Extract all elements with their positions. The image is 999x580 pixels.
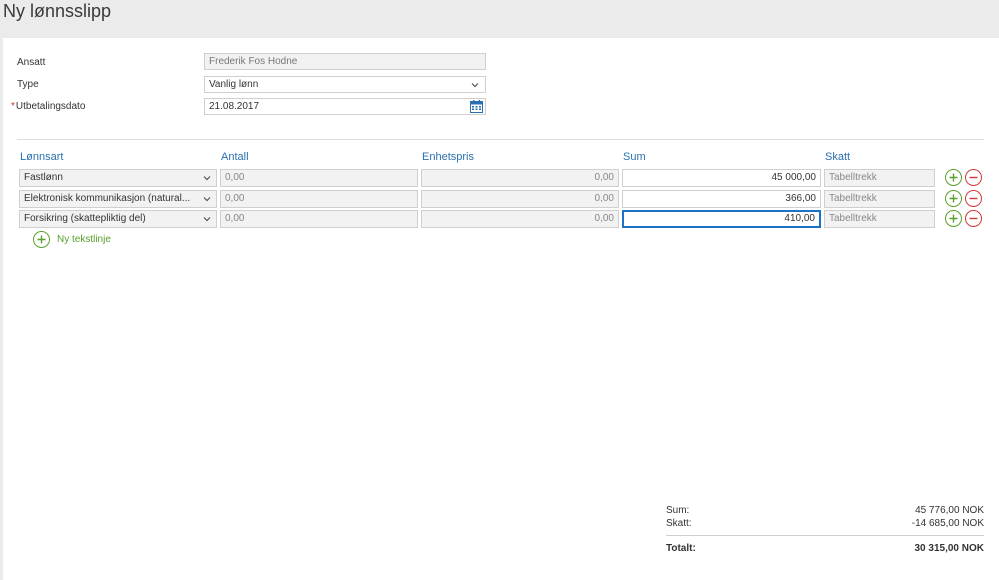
- row-1-add-button[interactable]: [945, 169, 962, 186]
- column-header-skatt: Skatt: [825, 151, 851, 163]
- row-3-skatt: Tabelltrekk: [824, 210, 935, 228]
- column-header-enhetspris: Enhetspris: [422, 151, 474, 163]
- date-input-value: 21.08.2017: [209, 101, 260, 112]
- totals-divider: [666, 535, 984, 536]
- row-1-type-select[interactable]: Fastlønn: [19, 169, 217, 187]
- type-label: Type: [17, 79, 39, 90]
- row-3-antall: 0,00: [220, 210, 418, 228]
- add-text-line-label: Ny tekstlinje: [57, 234, 111, 245]
- row-1-enhetspris: 0,00: [421, 169, 619, 187]
- totals-skatt-value: -14 685,00 NOK: [911, 518, 984, 529]
- plus-icon: [949, 194, 958, 203]
- employee-field: Frederik Fos Hodne: [204, 53, 486, 70]
- chevron-down-icon: [202, 214, 212, 224]
- row-3-enhetspris: 0,00: [421, 210, 619, 228]
- date-label: *Utbetalingsdato: [11, 101, 85, 112]
- row-2-antall: 0,00: [220, 190, 418, 208]
- totals-total-label: Totalt:: [666, 543, 696, 554]
- row-2-add-button[interactable]: [945, 190, 962, 207]
- chevron-down-icon: [202, 173, 212, 183]
- employee-label: Ansatt: [17, 57, 46, 68]
- type-select-value: Vanlig lønn: [209, 79, 259, 90]
- row-2-remove-button[interactable]: [965, 190, 982, 207]
- row-2-skatt: Tabelltrekk: [824, 190, 935, 208]
- column-header-antall: Antall: [221, 151, 249, 163]
- plus-circle-icon: [33, 231, 50, 248]
- row-1-skatt: Tabelltrekk: [824, 169, 935, 187]
- row-3-type-value: Forsikring (skattepliktig del): [24, 213, 146, 224]
- totals-total-value: 30 315,00 NOK: [914, 543, 985, 554]
- row-1-antall: 0,00: [220, 169, 418, 187]
- chevron-down-icon: [202, 194, 212, 204]
- type-select[interactable]: Vanlig lønn: [204, 76, 486, 93]
- row-2-type-select[interactable]: Elektronisk kommunikasjon (natural...: [19, 190, 217, 208]
- row-1-type-value: Fastlønn: [24, 172, 63, 183]
- row-2-enhetspris: 0,00: [421, 190, 619, 208]
- page-title: Ny lønnsslipp: [3, 1, 112, 21]
- totals-skatt-label: Skatt:: [666, 518, 692, 529]
- payslip-panel: [3, 38, 999, 580]
- row-2-sum-input[interactable]: 366,00: [622, 190, 821, 208]
- row-3-type-select[interactable]: Forsikring (skattepliktig del): [19, 210, 217, 228]
- date-label-text: Utbetalingsdato: [15, 101, 86, 112]
- minus-icon: [969, 217, 978, 220]
- row-1-sum-input[interactable]: 45 000,00: [622, 169, 821, 187]
- column-header-sum: Sum: [623, 151, 646, 163]
- date-input[interactable]: 21.08.2017: [204, 98, 486, 115]
- chevron-down-icon: [470, 80, 480, 90]
- totals-sum-value: 45 776,00 NOK: [915, 505, 984, 516]
- totals-sum-label: Sum:: [666, 505, 690, 516]
- plus-icon: [949, 173, 958, 182]
- section-divider: [17, 139, 984, 140]
- calendar-icon[interactable]: [470, 100, 483, 113]
- required-marker: *: [11, 101, 15, 112]
- row-3-sum-input[interactable]: 410,00: [622, 210, 821, 228]
- row-1-remove-button[interactable]: [965, 169, 982, 186]
- plus-icon: [949, 214, 958, 223]
- row-2-type-value: Elektronisk kommunikasjon (natural...: [24, 193, 191, 204]
- minus-icon: [969, 197, 978, 200]
- row-3-remove-button[interactable]: [965, 210, 982, 227]
- add-text-line-button[interactable]: Ny tekstlinje: [33, 231, 111, 248]
- row-3-add-button[interactable]: [945, 210, 962, 227]
- column-header-lonnsart: Lønnsart: [20, 151, 64, 163]
- minus-icon: [969, 176, 978, 179]
